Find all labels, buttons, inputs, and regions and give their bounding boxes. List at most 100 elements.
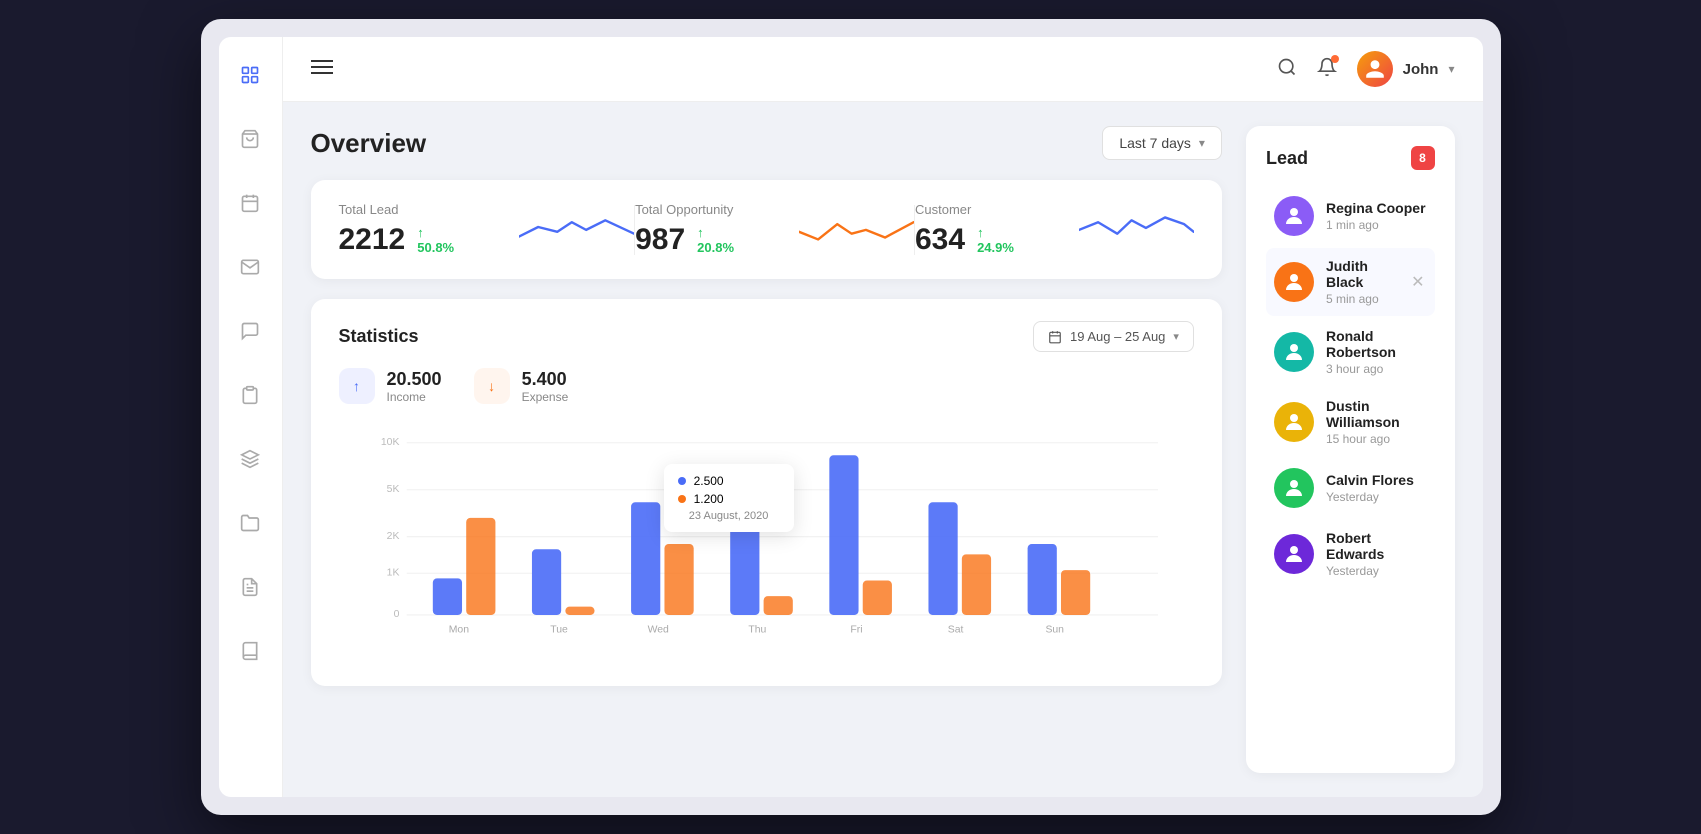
stat-cust-value: 634 xyxy=(915,223,965,257)
sidebar-item-calendar[interactable] xyxy=(232,185,268,221)
stat-lead-value: 2212 xyxy=(339,223,406,257)
lead-time: 1 min ago xyxy=(1326,218,1427,232)
lead-item[interactable]: Robert Edwards Yesterday xyxy=(1266,520,1435,588)
lead-name: Dustin Williamson xyxy=(1326,398,1427,430)
lead-time: Yesterday xyxy=(1326,490,1427,504)
date-range-chevron: ▾ xyxy=(1173,330,1179,343)
sparkline-lead xyxy=(519,202,634,252)
sparkline-customer xyxy=(1079,202,1194,252)
income-summary: ↑ 20.500 Income xyxy=(339,368,442,404)
sidebar-item-chat[interactable] xyxy=(232,313,268,349)
lead-close-button[interactable]: ✕ xyxy=(1409,270,1426,294)
topbar: John ▾ xyxy=(283,37,1483,102)
svg-text:2K: 2K xyxy=(386,531,399,542)
app-container: John ▾ Overview Last 7 days ▾ xyxy=(219,37,1483,797)
lead-item[interactable]: Dustin Williamson 15 hour ago xyxy=(1266,388,1435,456)
svg-text:Mon: Mon xyxy=(448,625,468,636)
stat-lead-row: 2212 ↑ 50.8% xyxy=(339,223,460,257)
user-info[interactable]: John ▾ xyxy=(1357,51,1455,87)
overview-header: Overview Last 7 days ▾ xyxy=(311,126,1222,160)
lead-avatar-regina xyxy=(1274,196,1314,236)
lead-name: Ronald Robertson xyxy=(1326,328,1427,360)
stat-opp-row: 987 ↑ 20.8% xyxy=(635,223,739,257)
topbar-left xyxy=(311,58,333,81)
topbar-right: John ▾ xyxy=(1277,51,1455,87)
lead-info-robert: Robert Edwards Yesterday xyxy=(1326,530,1427,578)
lead-info-dustin: Dustin Williamson 15 hour ago xyxy=(1326,398,1427,446)
lead-item[interactable]: Calvin Flores Yesterday xyxy=(1266,458,1435,518)
expense-icon: ↓ xyxy=(474,368,510,404)
date-range-picker[interactable]: 19 Aug – 25 Aug ▾ xyxy=(1033,321,1194,352)
stat-opp-value: 987 xyxy=(635,223,685,257)
svg-text:Sun: Sun xyxy=(1045,625,1064,636)
income-icon: ↑ xyxy=(339,368,375,404)
sidebar-item-grid[interactable] xyxy=(232,57,268,93)
chart-area: 10K 5K 2K 1K 0 xyxy=(339,424,1194,664)
sidebar-item-book[interactable] xyxy=(232,633,268,669)
income-label: Income xyxy=(387,390,442,404)
lead-avatar-robert xyxy=(1274,534,1314,574)
right-panel: Lead 8 xyxy=(1246,126,1455,773)
tooltip-date: 23 August, 2020 xyxy=(678,510,780,522)
date-range-label: 19 Aug – 25 Aug xyxy=(1070,329,1165,344)
svg-text:0: 0 xyxy=(393,609,399,620)
lead-item[interactable]: Ronald Robertson 3 hour ago xyxy=(1266,318,1435,386)
stats-inner-2: Total Opportunity 987 ↑ 20.8% xyxy=(635,202,914,257)
tooltip-row-1: 2.500 xyxy=(678,474,780,488)
lead-avatar-dustin xyxy=(1274,402,1314,442)
stat-total-lead: Total Lead 2212 ↑ 50.8% xyxy=(339,202,460,257)
sidebar-item-folder[interactable] xyxy=(232,505,268,541)
notification-dot xyxy=(1331,55,1339,63)
user-name-label: John xyxy=(1403,61,1439,78)
stat-total-opportunity: Total Opportunity 987 ↑ 20.8% xyxy=(635,202,739,257)
device-frame: John ▾ Overview Last 7 days ▾ xyxy=(201,19,1501,815)
expense-info: 5.400 Expense xyxy=(522,369,569,404)
lead-list: Regina Cooper 1 min ago xyxy=(1266,186,1435,588)
lead-info-ronald: Ronald Robertson 3 hour ago xyxy=(1326,328,1427,376)
bar-chart: 10K 5K 2K 1K 0 xyxy=(339,424,1194,664)
chevron-icon: ▾ xyxy=(1199,136,1205,150)
left-panel: Overview Last 7 days ▾ Total Lead xyxy=(311,126,1222,773)
expense-value: 5.400 xyxy=(522,369,569,390)
hamburger-button[interactable] xyxy=(311,58,333,81)
date-filter-label: Last 7 days xyxy=(1119,135,1191,151)
stat-lead-change: ↑ 50.8% xyxy=(417,225,459,255)
lead-item[interactable]: Regina Cooper 1 min ago xyxy=(1266,186,1435,246)
expense-label: Expense xyxy=(522,390,569,404)
sidebar-item-cart[interactable] xyxy=(232,121,268,157)
stats-summary: ↑ 20.500 Income ↓ 5.400 Expense xyxy=(339,368,1194,404)
lead-badge: 8 xyxy=(1411,146,1435,170)
sidebar-item-mail[interactable] xyxy=(232,249,268,285)
lead-avatar-ronald xyxy=(1274,332,1314,372)
search-button[interactable] xyxy=(1277,57,1297,82)
lead-title: Lead xyxy=(1266,148,1308,169)
statistics-card: Statistics 19 Aug – 25 Aug ▾ xyxy=(311,299,1222,686)
notification-button[interactable] xyxy=(1317,57,1337,82)
page-content: Overview Last 7 days ▾ Total Lead xyxy=(283,102,1483,797)
lead-time: 3 hour ago xyxy=(1326,362,1427,376)
svg-text:Fri: Fri xyxy=(850,625,862,636)
lead-time: 5 min ago xyxy=(1326,292,1397,306)
date-filter-button[interactable]: Last 7 days ▾ xyxy=(1102,126,1222,160)
lead-avatar-judith xyxy=(1274,262,1314,302)
lead-info-judith: Judith Black 5 min ago xyxy=(1326,258,1397,306)
sidebar-item-document[interactable] xyxy=(232,569,268,605)
stat-lead-label: Total Lead xyxy=(339,202,460,217)
sidebar-item-layers[interactable] xyxy=(232,441,268,477)
chart-tooltip: 2.500 1.200 23 August, 2020 xyxy=(664,464,794,532)
lead-time: 15 hour ago xyxy=(1326,432,1427,446)
statistics-title: Statistics xyxy=(339,326,419,347)
tooltip-value-2: 1.200 xyxy=(694,492,724,506)
svg-text:1K: 1K xyxy=(386,567,399,578)
lead-info-regina: Regina Cooper 1 min ago xyxy=(1326,200,1427,232)
sidebar-item-clipboard[interactable] xyxy=(232,377,268,413)
svg-text:Tue: Tue xyxy=(550,625,568,636)
tooltip-row-2: 1.200 xyxy=(678,492,780,506)
user-avatar xyxy=(1357,51,1393,87)
lead-item[interactable]: Judith Black 5 min ago ✕ xyxy=(1266,248,1435,316)
main-content: John ▾ Overview Last 7 days ▾ xyxy=(283,37,1483,797)
statistics-header: Statistics 19 Aug – 25 Aug ▾ xyxy=(339,321,1194,352)
lead-card: Lead 8 xyxy=(1246,126,1455,773)
svg-text:Sat: Sat xyxy=(947,625,963,636)
income-value: 20.500 xyxy=(387,369,442,390)
